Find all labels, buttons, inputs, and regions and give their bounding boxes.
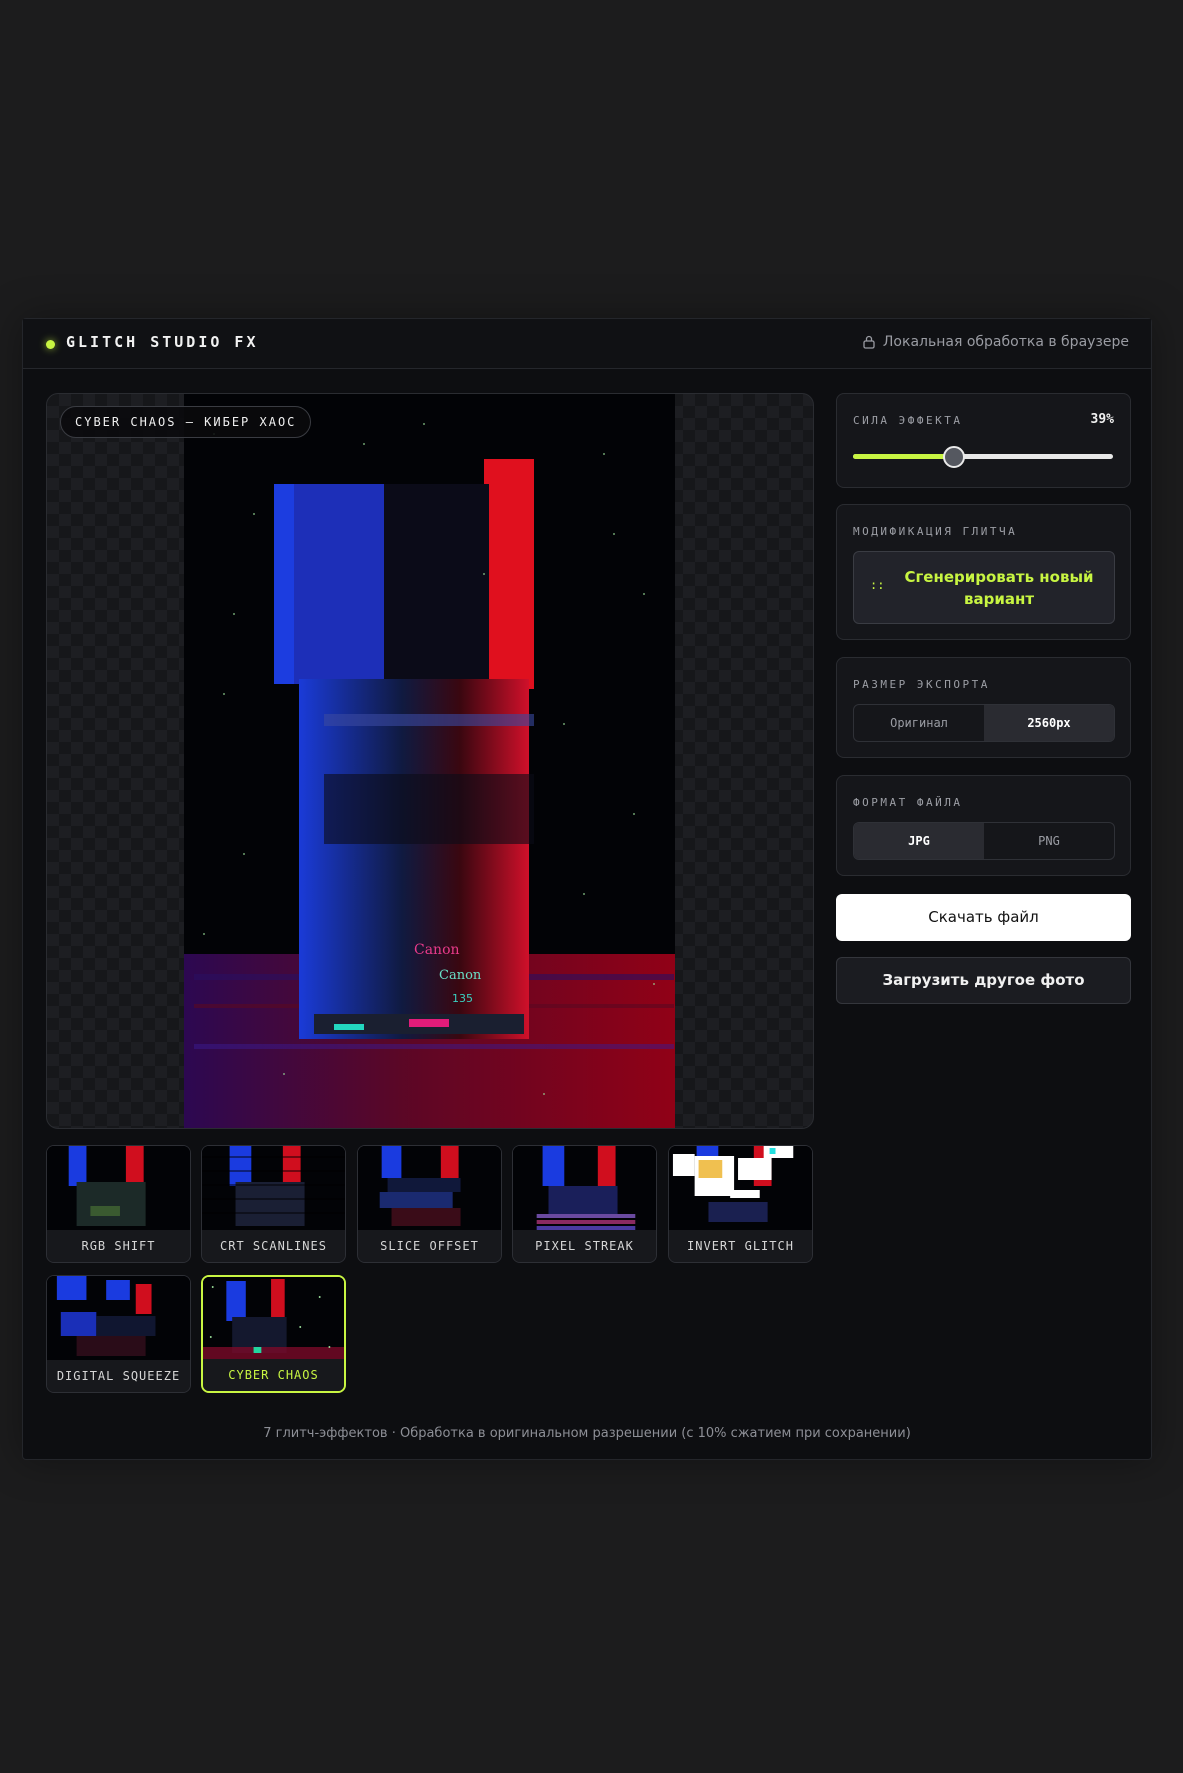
regenerate-button[interactable]: :: Сгенерировать новый вариант <box>853 551 1115 624</box>
thumbnail-image <box>358 1146 501 1232</box>
export-size-panel: РАЗМЕР ЭКСПОРТА Оригинал 2560px <box>836 657 1131 758</box>
svg-text:Canon: Canon <box>439 968 482 983</box>
effect-label: DIGITAL SQUEEZE <box>47 1360 190 1392</box>
thumbnail-image <box>47 1146 190 1232</box>
download-button[interactable]: Скачать файл <box>836 894 1131 941</box>
effect-label: CRT SCANLINES <box>202 1230 345 1262</box>
effect-cyber-chaos[interactable]: CYBER CHAOS <box>201 1275 346 1393</box>
thumbnail-image <box>669 1146 812 1232</box>
svg-text:135: 135 <box>452 992 473 1005</box>
size-option-2560[interactable]: 2560px <box>984 705 1114 741</box>
app-window: GLITCH STUDIO FX Локальная обработка в б… <box>22 318 1152 1460</box>
image-preview: Canon Canon 135 CYBER CHAOS — КИБЕР ХАОС <box>46 393 814 1129</box>
footer-note: 7 глитч-эффектов · Обработка в оригиналь… <box>263 1426 911 1441</box>
file-format-title: ФОРМАТ ФАЙЛА <box>853 796 963 809</box>
thumbnail-image <box>203 1277 344 1363</box>
modify-panel: МОДИФИКАЦИЯ ГЛИТЧА :: Сгенерировать новы… <box>836 504 1131 640</box>
effect-pixel-streak[interactable]: PIXEL STREAK <box>512 1145 657 1263</box>
effect-label: SLICE OFFSET <box>358 1230 501 1262</box>
file-format-toggle: JPG PNG <box>853 822 1115 860</box>
strength-slider[interactable] <box>853 445 1113 468</box>
strength-title: СИЛА ЭФФЕКТА <box>853 414 963 427</box>
format-option-jpg[interactable]: JPG <box>854 823 984 859</box>
thumbnail-image <box>513 1146 656 1232</box>
drag-dots-icon: :: <box>870 578 885 592</box>
glitched-photo: Canon Canon 135 <box>184 394 675 1128</box>
effect-label: CYBER CHAOS <box>203 1359 344 1391</box>
file-format-panel: ФОРМАТ ФАЙЛА JPG PNG <box>836 775 1131 876</box>
effect-crt-scanlines[interactable]: CRT SCANLINES <box>201 1145 346 1263</box>
header: GLITCH STUDIO FX Локальная обработка в б… <box>23 319 1151 369</box>
svg-text:Canon: Canon <box>414 942 460 958</box>
regenerate-label: Сгенерировать новый вариант <box>904 568 1094 608</box>
strength-value: 39% <box>1090 412 1114 427</box>
thumbnail-image <box>47 1276 190 1362</box>
status-dot-icon <box>46 340 55 349</box>
export-size-toggle: Оригинал 2560px <box>853 704 1115 742</box>
format-option-png[interactable]: PNG <box>984 823 1114 859</box>
effect-invert-glitch[interactable]: INVERT GLITCH <box>668 1145 813 1263</box>
local-processing-text: Локальная обработка в браузере <box>882 334 1129 350</box>
strength-panel: СИЛА ЭФФЕКТА 39% <box>836 393 1131 488</box>
size-option-original[interactable]: Оригинал <box>854 705 984 741</box>
brand-title: GLITCH STUDIO FX <box>66 333 259 351</box>
effect-label: INVERT GLITCH <box>669 1230 812 1262</box>
slider-fill <box>853 454 955 459</box>
effect-digital-squeeze[interactable]: DIGITAL SQUEEZE <box>46 1275 191 1393</box>
slider-handle[interactable] <box>943 445 966 468</box>
lock-icon <box>863 335 875 349</box>
export-size-title: РАЗМЕР ЭКСПОРТА <box>853 678 990 691</box>
local-processing-note: Локальная обработка в браузере <box>863 334 1129 350</box>
thumbnail-image <box>202 1146 345 1232</box>
effect-label: RGB SHIFT <box>47 1230 190 1262</box>
active-effect-label: CYBER CHAOS — КИБЕР ХАОС <box>60 406 312 438</box>
effect-rgb-shift[interactable]: RGB SHIFT <box>46 1145 191 1263</box>
upload-another-button[interactable]: Загрузить другое фото <box>836 957 1131 1004</box>
effect-label: PIXEL STREAK <box>513 1230 656 1262</box>
effect-slice-offset[interactable]: SLICE OFFSET <box>357 1145 502 1263</box>
modify-title: МОДИФИКАЦИЯ ГЛИТЧА <box>853 525 1018 538</box>
